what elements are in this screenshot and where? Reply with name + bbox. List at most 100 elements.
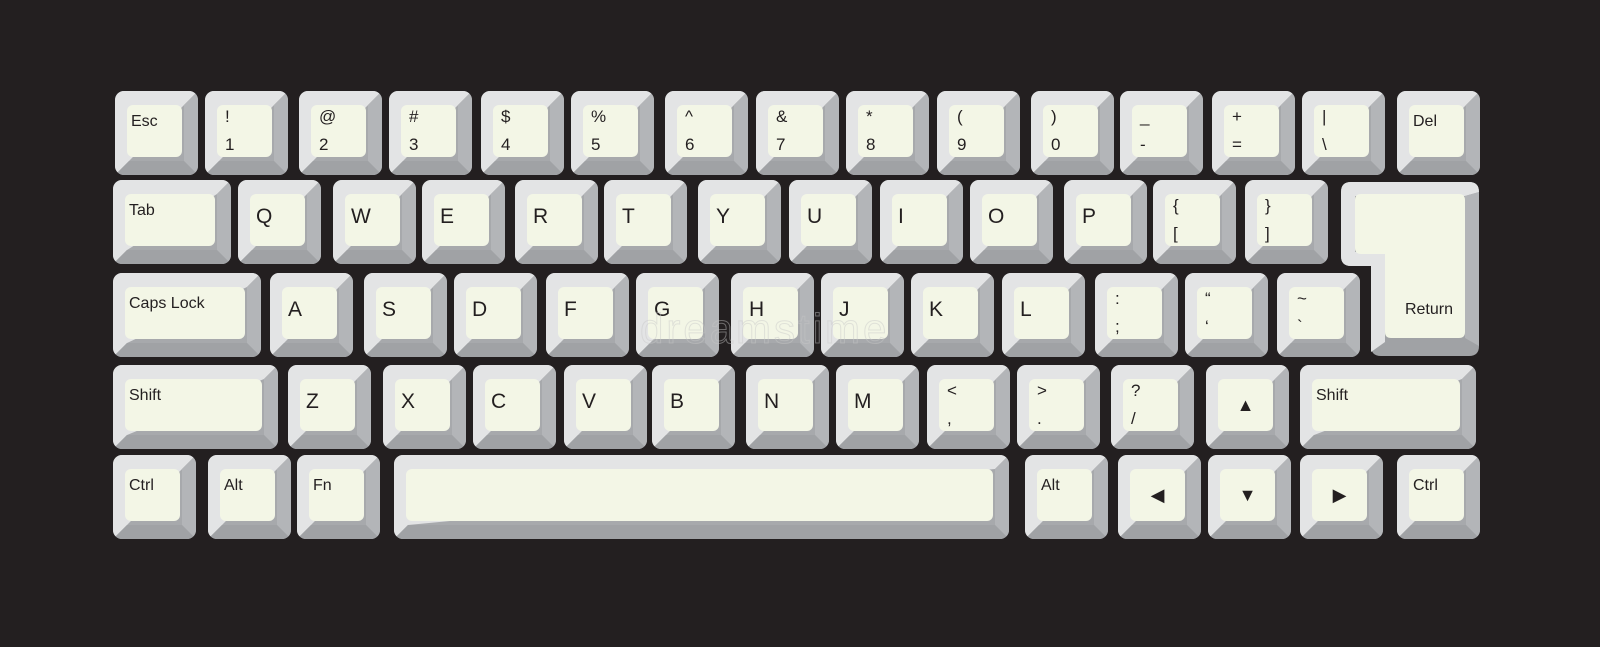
- key-face: A: [282, 287, 337, 339]
- key-slash[interactable]: ? /: [1111, 365, 1194, 449]
- key-ctrl-right[interactable]: Ctrl: [1397, 455, 1480, 539]
- key-ctrl-left[interactable]: Ctrl: [113, 455, 196, 539]
- key-quote[interactable]: “‘: [1185, 273, 1268, 357]
- key-shift-right[interactable]: Shift: [1300, 365, 1476, 449]
- key-3[interactable]: #3: [389, 91, 472, 175]
- key-7[interactable]: & 7: [756, 91, 839, 175]
- key-o[interactable]: O: [970, 180, 1053, 264]
- key-face: [406, 469, 993, 521]
- key-shift-label: {: [1173, 196, 1179, 215]
- key-face: Alt: [220, 469, 275, 521]
- key-period[interactable]: >.: [1017, 365, 1100, 449]
- key-j[interactable]: J: [821, 273, 904, 357]
- key-arrow-right[interactable]: ▶: [1300, 455, 1383, 539]
- key-face: S: [376, 287, 431, 339]
- key-face: Tab: [125, 194, 215, 246]
- key-label: Tab: [129, 202, 155, 219]
- key-c[interactable]: C: [473, 365, 556, 449]
- key-comma[interactable]: <,: [927, 365, 1010, 449]
- key-face: | \: [1314, 105, 1369, 157]
- key-face: Shift: [125, 379, 262, 431]
- key-label: F: [564, 298, 577, 321]
- key-5[interactable]: % 5: [571, 91, 654, 175]
- key-8[interactable]: * 8: [846, 91, 929, 175]
- key-2[interactable]: @2: [299, 91, 382, 175]
- key-b[interactable]: B: [652, 365, 735, 449]
- key-lbracket[interactable]: {[: [1153, 180, 1236, 264]
- key-face: @2: [311, 105, 366, 157]
- key-label: Fn: [313, 477, 332, 494]
- key-q[interactable]: Q: [238, 180, 321, 264]
- key-f[interactable]: F: [546, 273, 629, 357]
- key-d[interactable]: D: [454, 273, 537, 357]
- key-rbracket[interactable]: }]: [1245, 180, 1328, 264]
- arrow-left-icon: ◀: [1150, 485, 1165, 505]
- key-x[interactable]: X: [383, 365, 466, 449]
- key-p[interactable]: P: [1064, 180, 1147, 264]
- key-6[interactable]: ^ 6: [665, 91, 748, 175]
- arrow-up-icon: ▲: [1236, 395, 1255, 415]
- key-alt-left[interactable]: Alt: [208, 455, 291, 539]
- key-a[interactable]: A: [270, 273, 353, 357]
- key-g[interactable]: G: [636, 273, 719, 357]
- key-label: .: [1037, 409, 1042, 428]
- key-backslash[interactable]: | \: [1302, 91, 1385, 175]
- key-u[interactable]: U: [789, 180, 872, 264]
- key-face: Alt: [1037, 469, 1092, 521]
- key-h[interactable]: H: [731, 273, 814, 357]
- key-face: P: [1076, 194, 1131, 246]
- key-shift-label: *: [866, 107, 873, 126]
- key-label: 9: [957, 135, 967, 154]
- key-label: Alt: [224, 477, 243, 494]
- key-capslock[interactable]: Caps Lock: [113, 273, 261, 357]
- key-shift-left[interactable]: Shift: [113, 365, 278, 449]
- key-1[interactable]: ! 1: [205, 91, 288, 175]
- key-w[interactable]: W: [333, 180, 416, 264]
- key-shift-label: _: [1140, 107, 1150, 126]
- keyboard: Esc! 1 @2 #3 $4% 5 ^ 6 & 7 * 8(9) 0 _ - + = | \ Del Tab Q W E R T…: [0, 0, 1600, 647]
- key-9[interactable]: (9: [937, 91, 1020, 175]
- key-face: G: [648, 287, 703, 339]
- key-face: F: [558, 287, 613, 339]
- key-space[interactable]: [394, 455, 1009, 539]
- key-label: `: [1297, 317, 1303, 336]
- key-m[interactable]: M: [836, 365, 919, 449]
- key-return[interactable]: Return: [1341, 182, 1479, 356]
- key-r[interactable]: R: [515, 180, 598, 264]
- key-esc[interactable]: Esc: [115, 91, 198, 175]
- key-l[interactable]: L: [1002, 273, 1085, 357]
- key-arrow-up[interactable]: ▲: [1206, 365, 1289, 449]
- key-4[interactable]: $4: [481, 91, 564, 175]
- key-arrow-down[interactable]: ▼: [1208, 455, 1291, 539]
- key-face: U: [801, 194, 856, 246]
- key-arrow-left[interactable]: ◀: [1118, 455, 1201, 539]
- key-face: }]: [1257, 194, 1312, 246]
- key-shift-label: ): [1051, 107, 1057, 126]
- key-face: ~ `: [1289, 287, 1344, 339]
- key-fn[interactable]: Fn: [297, 455, 380, 539]
- key-equals[interactable]: + =: [1212, 91, 1295, 175]
- key-k[interactable]: K: [911, 273, 994, 357]
- key-i[interactable]: I: [880, 180, 963, 264]
- key-shift-label: :: [1115, 289, 1120, 308]
- key-s[interactable]: S: [364, 273, 447, 357]
- key-minus[interactable]: _ -: [1120, 91, 1203, 175]
- key-n[interactable]: N: [746, 365, 829, 449]
- key-label: Z: [306, 390, 319, 413]
- key-label: 4: [501, 135, 511, 154]
- key-v[interactable]: V: [564, 365, 647, 449]
- key-face: :;: [1107, 287, 1162, 339]
- key-face: W: [345, 194, 400, 246]
- key-label: X: [401, 390, 416, 413]
- key-tab[interactable]: Tab: [113, 180, 231, 264]
- key-y[interactable]: Y: [698, 180, 781, 264]
- key-t[interactable]: T: [604, 180, 687, 264]
- key-0[interactable]: ) 0: [1031, 91, 1114, 175]
- key-label: Return: [1404, 301, 1453, 318]
- key-e[interactable]: E: [422, 180, 505, 264]
- key-semicolon[interactable]: :;: [1095, 273, 1178, 357]
- key-del[interactable]: Del: [1397, 91, 1480, 175]
- key-alt-right[interactable]: Alt: [1025, 455, 1108, 539]
- key-z[interactable]: Z: [288, 365, 371, 449]
- key-label: 6: [685, 135, 695, 154]
